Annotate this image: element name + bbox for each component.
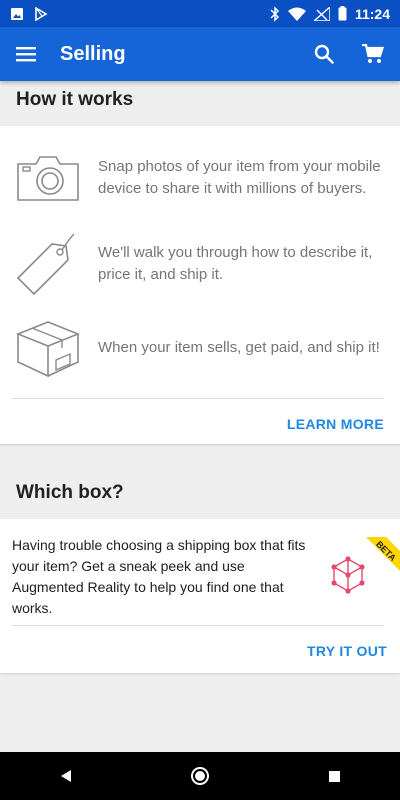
search-icon[interactable] xyxy=(314,44,334,64)
bluetooth-icon xyxy=(270,5,280,22)
status-time: 11:24 xyxy=(354,5,390,22)
learn-more-button[interactable]: LEARN MORE xyxy=(287,416,384,432)
back-icon[interactable] xyxy=(59,769,73,783)
home-icon[interactable] xyxy=(190,766,210,786)
divider xyxy=(12,398,384,399)
which-box-title: Which box? xyxy=(16,482,124,503)
signal-icon xyxy=(313,6,330,21)
how-it-works-card: Snap photos of your item from your mobil… xyxy=(0,126,400,444)
status-bar: 11:24 xyxy=(0,0,400,27)
wifi-icon xyxy=(287,7,306,21)
try-it-out-button[interactable]: TRY IT OUT xyxy=(307,643,387,659)
shipping-box-icon xyxy=(16,321,80,378)
cart-icon[interactable] xyxy=(362,44,384,64)
price-tag-icon xyxy=(16,233,75,296)
system-nav-bar xyxy=(0,752,400,800)
play-store-notification-icon xyxy=(35,6,48,21)
divider xyxy=(12,625,384,626)
which-box-description: Having trouble choosing a shipping box t… xyxy=(12,537,306,616)
which-box-card: Having trouble choosing a shipping box t… xyxy=(0,519,400,673)
recents-icon[interactable] xyxy=(328,770,341,783)
step-photos: Snap photos of your item from your mobil… xyxy=(16,146,386,210)
step-describe-text: We'll walk you through how to describe i… xyxy=(98,244,373,283)
ar-box-icon: BETA xyxy=(331,537,400,594)
image-notification-icon xyxy=(11,7,23,20)
step-describe: We'll walk you through how to describe i… xyxy=(16,232,386,296)
step-photos-text: Snap photos of your item from your mobil… xyxy=(98,158,381,197)
page-title: Selling xyxy=(60,42,126,65)
menu-icon[interactable] xyxy=(16,46,36,62)
app-bar: Selling xyxy=(0,27,400,81)
step-ship-text: When your item sells, get paid, and ship… xyxy=(98,339,380,356)
battery-icon xyxy=(338,6,347,21)
camera-icon xyxy=(17,156,79,201)
step-ship: When your item sells, get paid, and ship… xyxy=(16,316,386,380)
how-it-works-title: How it works xyxy=(16,89,134,110)
